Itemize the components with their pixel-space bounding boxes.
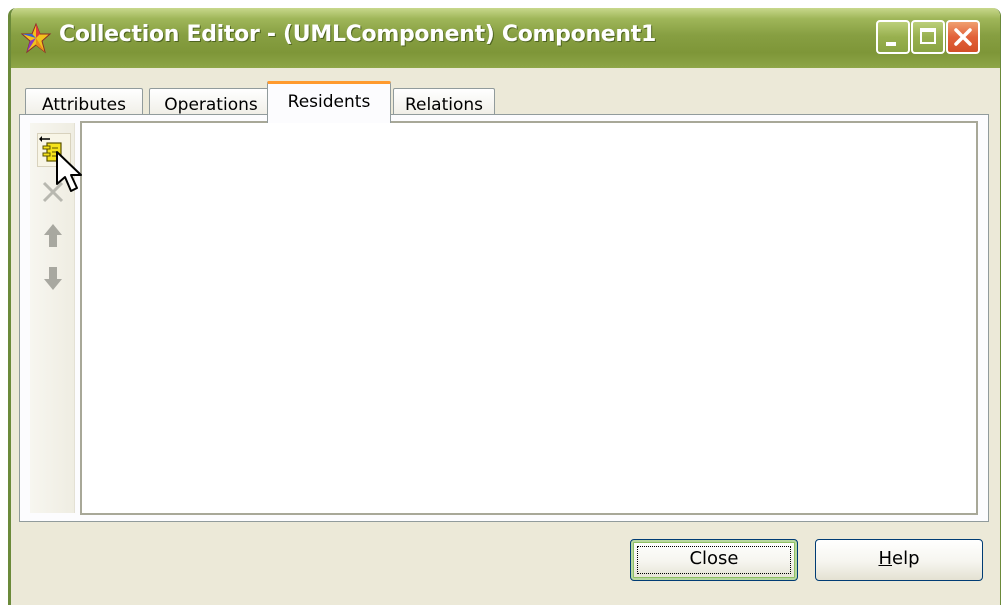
window-title: Collection Editor - (UMLComponent) Compo…: [59, 22, 657, 47]
collection-editor-window: Collection Editor - (UMLComponent) Compo…: [8, 8, 1001, 605]
tab-residents[interactable]: Residents: [267, 81, 391, 123]
maximize-icon: [920, 28, 936, 44]
close-button-label: Close: [689, 548, 739, 569]
help-button-label: elp: [892, 548, 920, 569]
minimize-icon: [886, 42, 896, 46]
move-down-icon: [44, 267, 62, 290]
close-icon: [954, 28, 972, 46]
mouse-pointer-icon: [56, 151, 82, 192]
star-app-icon: [20, 22, 52, 54]
residents-list[interactable]: [80, 121, 978, 515]
help-mnemonic: H: [878, 548, 893, 569]
minimize-button[interactable]: [876, 20, 910, 54]
move-up-icon: [44, 224, 62, 247]
title-bar[interactable]: Collection Editor - (UMLComponent) Compo…: [11, 8, 1000, 68]
maximize-button[interactable]: [911, 20, 945, 54]
move-down-button[interactable]: [37, 261, 71, 295]
help-button[interactable]: Help: [815, 539, 983, 581]
close-button[interactable]: Close: [630, 539, 798, 581]
move-up-button[interactable]: [37, 219, 71, 253]
close-window-button[interactable]: [946, 20, 980, 54]
residents-tab-panel: [19, 114, 989, 522]
